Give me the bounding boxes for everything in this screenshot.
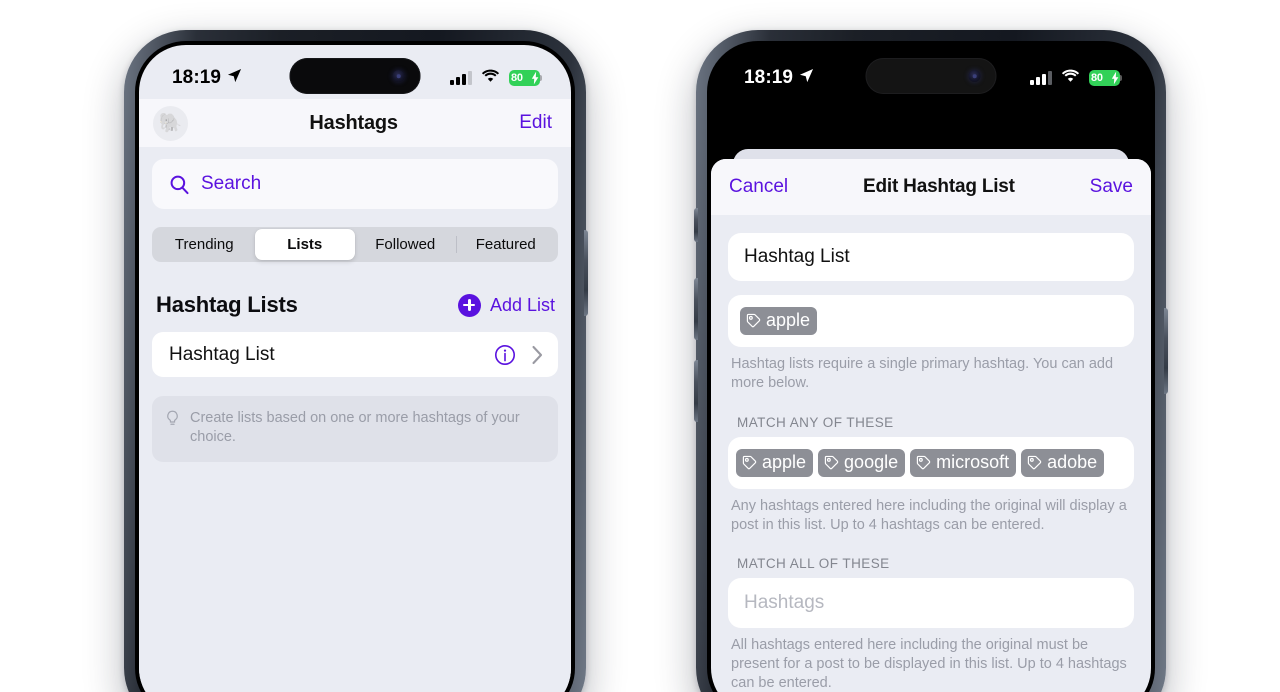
hashtag-chip[interactable]: apple xyxy=(740,307,818,335)
tag-icon xyxy=(824,455,839,470)
chevron-right-icon xyxy=(531,345,544,365)
edit-button[interactable]: Edit xyxy=(519,112,552,134)
hashtag-chip[interactable]: google xyxy=(818,448,906,477)
hashtag-chip[interactable]: microsoft xyxy=(910,448,1017,477)
segmented-control[interactable]: Trending Lists Followed Featured xyxy=(152,227,558,262)
list-name-input[interactable]: Hashtag List xyxy=(728,233,1134,281)
list-name-value: Hashtag List xyxy=(744,246,850,267)
info-circle-icon[interactable] xyxy=(493,343,517,367)
right-phone-screen: 18:19 80 Cancel Edit Hashtag List Save H… xyxy=(711,45,1151,692)
location-arrow-icon xyxy=(799,67,814,89)
list-item-label: Hashtag List xyxy=(169,343,275,365)
tag-icon xyxy=(916,455,931,470)
sheet-nav-bar: Cancel Edit Hashtag List Save xyxy=(711,159,1151,215)
match-all-input[interactable]: Hashtags xyxy=(728,578,1134,629)
save-button[interactable]: Save xyxy=(1090,176,1133,198)
status-indicators: 80 xyxy=(1030,69,1120,88)
screenshot-stage: 18:19 80 🐘 Hashtags Edit Search Trending… xyxy=(0,0,1280,692)
tab-lists[interactable]: Lists xyxy=(254,229,355,260)
match-all-label: MATCH ALL OF THESE xyxy=(737,556,890,572)
dynamic-island xyxy=(865,58,997,94)
tab-featured[interactable]: Featured xyxy=(455,229,557,260)
power-button-right-phone[interactable] xyxy=(1164,308,1168,394)
primary-hashtag-caption: Hashtag lists require a single primary h… xyxy=(731,356,1114,391)
dynamic-island xyxy=(289,58,421,94)
hashtag-chip-label: apple xyxy=(762,451,807,472)
section-header: Hashtag Lists Add List xyxy=(152,292,558,318)
hashtag-chip-label: google xyxy=(844,451,899,472)
battery-level-text: 80 xyxy=(1091,71,1103,84)
left-phone-bezel: 18:19 80 🐘 Hashtags Edit Search Trending… xyxy=(135,41,575,692)
tab-label: Followed xyxy=(375,236,436,253)
page-title: Hashtags xyxy=(309,111,398,134)
tag-icon xyxy=(742,455,757,470)
front-camera-icon xyxy=(968,70,981,82)
hashtag-chip-label: microsoft xyxy=(936,451,1010,472)
sheet-title: Edit Hashtag List xyxy=(863,176,1015,197)
match-any-field[interactable]: apple google microsoft adobe xyxy=(728,436,1134,489)
status-time-group: 18:19 xyxy=(744,67,814,89)
match-all-placeholder: Hashtags xyxy=(744,592,825,614)
match-any-chip-row: apple google microsoft adobe xyxy=(736,448,1105,477)
search-placeholder: Search xyxy=(201,173,262,194)
cellular-bars-icon xyxy=(450,71,472,85)
elephant-avatar-icon[interactable]: 🐘 xyxy=(153,105,188,141)
hashtag-chip[interactable]: apple xyxy=(736,448,814,477)
battery-charging-icon: 80 xyxy=(509,70,540,86)
list-item-actions xyxy=(493,343,544,367)
battery-charging-icon: 80 xyxy=(1089,70,1120,86)
match-all-caption: All hashtags entered here including the … xyxy=(731,637,1127,692)
volume-down-button-right-phone[interactable] xyxy=(694,360,698,422)
add-list-button[interactable]: Add List xyxy=(457,293,555,317)
right-phone-bezel: 18:19 80 Cancel Edit Hashtag List Save H… xyxy=(707,41,1155,692)
battery-level-text: 80 xyxy=(511,71,523,84)
left-phone-device: 18:19 80 🐘 Hashtags Edit Search Trending… xyxy=(124,30,588,692)
plus-circle-icon xyxy=(457,293,481,317)
edit-hashtag-list-sheet: Cancel Edit Hashtag List Save Hashtag Li… xyxy=(711,159,1151,692)
status-time: 18:19 xyxy=(172,67,222,88)
left-nav-bar: 🐘 Hashtags Edit xyxy=(139,99,571,147)
tag-icon xyxy=(746,313,761,328)
location-arrow-icon xyxy=(227,67,242,89)
hashtag-chip-label: adobe xyxy=(1047,451,1098,472)
charging-bolt-icon xyxy=(1111,71,1119,85)
cellular-bars-icon xyxy=(1030,71,1052,85)
section-title: Hashtag Lists xyxy=(156,292,298,317)
sheet-body: Hashtag List apple Hashtag lists require… xyxy=(711,215,1151,692)
right-phone-device: 18:19 80 Cancel Edit Hashtag List Save H… xyxy=(694,30,1168,692)
tab-label: Lists xyxy=(287,236,323,253)
wifi-icon xyxy=(481,69,500,88)
tab-label: Trending xyxy=(174,236,234,253)
tab-trending[interactable]: Trending xyxy=(154,229,255,260)
hint-banner: Create lists based on one or more hashta… xyxy=(152,396,558,462)
power-button-left-phone[interactable] xyxy=(584,230,588,316)
match-any-caption: Any hashtags entered here including the … xyxy=(731,497,1127,533)
tag-icon xyxy=(1027,455,1042,470)
tab-followed[interactable]: Followed xyxy=(355,229,456,260)
status-time-group: 18:19 xyxy=(172,67,242,89)
status-time: 18:19 xyxy=(744,67,794,88)
wifi-icon xyxy=(1061,69,1080,88)
match-any-label: MATCH ANY OF THESE xyxy=(737,414,894,430)
mute-switch-right-phone[interactable] xyxy=(694,208,698,242)
list-item[interactable]: Hashtag List xyxy=(152,332,558,377)
hint-text: Create lists based on one or more hashta… xyxy=(190,410,520,446)
front-camera-icon xyxy=(392,70,405,82)
hashtag-chip-label: apple xyxy=(766,310,811,331)
charging-bolt-icon xyxy=(531,71,539,85)
add-list-label: Add List xyxy=(489,294,555,315)
lightbulb-icon xyxy=(165,410,180,433)
primary-hashtag-field[interactable]: apple xyxy=(728,295,1134,347)
status-indicators: 80 xyxy=(450,69,540,88)
left-phone-screen: 18:19 80 🐘 Hashtags Edit Search Trending… xyxy=(139,45,571,692)
tab-label: Featured xyxy=(475,236,536,253)
left-content: Search Trending Lists Followed Featured … xyxy=(139,147,571,692)
hashtag-chip[interactable]: adobe xyxy=(1021,448,1105,477)
volume-up-button-right-phone[interactable] xyxy=(694,278,698,340)
search-input[interactable]: Search xyxy=(152,159,558,209)
cancel-button[interactable]: Cancel xyxy=(729,176,788,198)
search-icon xyxy=(169,174,190,195)
